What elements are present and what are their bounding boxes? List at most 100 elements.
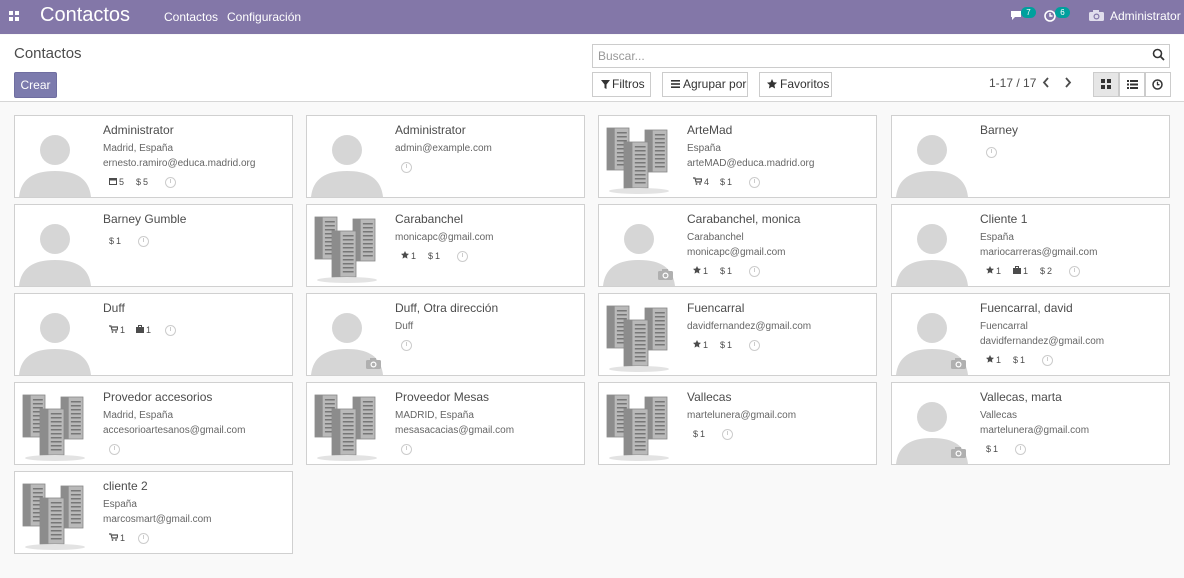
apps-menu-icon[interactable] xyxy=(9,11,19,21)
contact-detail: Vallecas xyxy=(980,410,1018,421)
contact-card[interactable]: Vallecas, marta Vallecas martelunera@gmail… xyxy=(891,382,1170,465)
contact-card[interactable]: Barney xyxy=(891,115,1170,198)
stat-count: 1 xyxy=(435,251,441,261)
stat-badge[interactable]: $1 xyxy=(109,236,121,246)
activities-button[interactable]: 6 xyxy=(1044,7,1070,23)
activity-clock-icon[interactable] xyxy=(986,147,997,158)
stat-badge[interactable]: 1 xyxy=(136,325,151,335)
contact-name: Cliente 1 xyxy=(980,212,1028,226)
list-view-icon xyxy=(1127,80,1138,89)
activity-clock-icon[interactable] xyxy=(1015,444,1026,455)
person-avatar xyxy=(15,116,95,197)
search-input[interactable]: Buscar... xyxy=(592,44,1170,68)
clock-icon xyxy=(1152,79,1163,90)
stat-count: 1 xyxy=(1020,355,1026,365)
activity-clock-icon[interactable] xyxy=(165,325,176,336)
activity-clock-icon[interactable] xyxy=(749,177,760,188)
favorites-button[interactable]: Favoritos xyxy=(759,72,832,97)
activity-clock-icon[interactable] xyxy=(749,340,760,351)
contact-detail: España xyxy=(687,143,721,154)
stat-badge[interactable]: 1 xyxy=(109,533,125,543)
activity-view-button[interactable] xyxy=(1145,72,1171,97)
contact-card[interactable]: Administrator Madrid, España ernesto.ramir… xyxy=(14,115,293,198)
stat-count: 1 xyxy=(116,236,122,246)
stat-count: 2 xyxy=(1047,266,1053,276)
contact-card[interactable]: Carabanchel, monica Carabanchel monicapc@g… xyxy=(598,204,877,287)
stat-count: 1 xyxy=(120,325,126,335)
contact-card[interactable]: Barney Gumble $1 xyxy=(14,204,293,287)
contact-name: Provedor accesorios xyxy=(103,390,213,404)
group-by-button[interactable]: Agrupar por xyxy=(662,72,748,97)
contact-card[interactable]: Cliente 1 España mariocarreras@gmail.com 1 1… xyxy=(891,204,1170,287)
menu-configuracion[interactable]: Configuración xyxy=(227,10,301,24)
stat-badge[interactable]: $1 xyxy=(720,177,732,187)
contact-card[interactable]: cliente 2 España marcosmart@gmail.com 1 xyxy=(14,471,293,554)
stat-count: 5 xyxy=(119,177,125,187)
stat-count: 1 xyxy=(1023,266,1029,276)
pager-value[interactable]: 1-17 / 17 xyxy=(989,76,1036,90)
stat-badge[interactable]: $1 xyxy=(428,251,440,261)
contact-card[interactable]: Duff 1 1 xyxy=(14,293,293,376)
activity-clock-icon[interactable] xyxy=(1069,266,1080,277)
contact-card[interactable]: Vallecas martelunera@gmail.com $1 xyxy=(598,382,877,465)
stat-badge[interactable]: 1 xyxy=(693,266,708,276)
contact-detail: ernesto.ramiro@educa.madrid.org xyxy=(103,158,256,169)
contact-name: Administrator xyxy=(395,123,466,137)
menu-contactos[interactable]: Contactos xyxy=(164,10,218,24)
contact-detail: marcosmart@gmail.com xyxy=(103,514,212,525)
stat-count: 1 xyxy=(703,266,709,276)
contact-card[interactable]: Administrator admin@example.com xyxy=(306,115,585,198)
stat-badge[interactable]: $2 xyxy=(1040,266,1052,276)
contact-card[interactable]: Fuencarral, david Fuencarral davidfernande… xyxy=(891,293,1170,376)
contact-card[interactable]: Provedor accesorios Madrid, España accesor… xyxy=(14,382,293,465)
person-avatar xyxy=(892,116,972,197)
stat-count: 1 xyxy=(146,325,152,335)
activity-clock-icon[interactable] xyxy=(109,444,120,455)
contact-card[interactable]: Duff, Otra dirección Duff xyxy=(306,293,585,376)
stat-badge[interactable]: 1 xyxy=(986,266,1001,276)
activity-clock-icon[interactable] xyxy=(749,266,760,277)
stat-badge[interactable]: $1 xyxy=(720,340,732,350)
contact-name: Barney Gumble xyxy=(103,212,187,226)
stat-badge[interactable]: 1 xyxy=(1013,266,1028,276)
list-view-button[interactable] xyxy=(1119,72,1145,97)
stat-badge[interactable]: 1 xyxy=(401,251,416,261)
contact-detail: martelunera@gmail.com xyxy=(687,410,797,421)
stat-badge[interactable]: $5 xyxy=(136,177,148,187)
stat-badge[interactable]: $1 xyxy=(720,266,732,276)
activity-clock-icon[interactable] xyxy=(401,444,412,455)
stat-badge[interactable]: 1 xyxy=(986,355,1001,365)
kanban-view-button[interactable] xyxy=(1093,72,1119,97)
activity-clock-icon[interactable] xyxy=(401,162,412,173)
contact-card[interactable]: Fuencarral davidfernandez@gmail.com 1 $1 xyxy=(598,293,877,376)
activity-clock-icon[interactable] xyxy=(457,251,468,262)
activity-clock-icon[interactable] xyxy=(165,177,176,188)
activity-clock-icon[interactable] xyxy=(138,236,149,247)
activity-clock-icon[interactable] xyxy=(1042,355,1053,366)
create-button[interactable]: Crear xyxy=(14,72,57,98)
camera-icon xyxy=(950,446,967,464)
messages-button[interactable]: 7 xyxy=(1010,7,1036,23)
company-avatar xyxy=(307,205,387,286)
activity-clock-icon[interactable] xyxy=(722,429,733,440)
chevron-left-icon[interactable] xyxy=(1042,77,1050,88)
chevron-right-icon[interactable] xyxy=(1064,77,1072,88)
camera-icon xyxy=(1089,10,1104,21)
activity-clock-icon[interactable] xyxy=(138,533,149,544)
stat-badge[interactable]: $1 xyxy=(1013,355,1025,365)
contact-card[interactable]: Proveedor Mesas MADRID, España mesasacacia… xyxy=(306,382,585,465)
dollar-icon: $ xyxy=(720,266,726,276)
stat-badge[interactable]: $1 xyxy=(986,444,998,454)
stat-badge[interactable]: 5 xyxy=(109,177,124,187)
stat-badge[interactable]: 4 xyxy=(693,177,709,187)
filters-button[interactable]: Filtros xyxy=(592,72,651,97)
stat-badge[interactable]: $1 xyxy=(693,429,705,439)
contact-name: Administrator xyxy=(103,123,174,137)
stat-badge[interactable]: 1 xyxy=(109,325,125,335)
activity-clock-icon[interactable] xyxy=(401,340,412,351)
contact-card[interactable]: Carabanchel monicapc@gmail.com 1 $1 xyxy=(306,204,585,287)
contact-card[interactable]: ArteMad España arteMAD@educa.madrid.org 4 $1 xyxy=(598,115,877,198)
stat-badge[interactable]: 1 xyxy=(693,340,708,350)
person-avatar xyxy=(15,205,95,286)
search-icon[interactable] xyxy=(1152,48,1165,61)
